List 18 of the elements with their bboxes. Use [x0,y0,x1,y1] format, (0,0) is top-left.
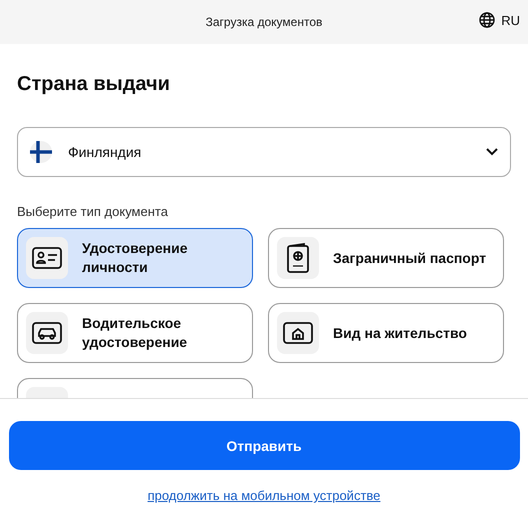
document-option[interactable]: Водительское удостоверение [17,303,253,363]
page-title: Загрузка документов [206,15,322,29]
mobile-link[interactable]: продолжить на мобильном устройстве [148,488,380,503]
document-option[interactable]: Вид на жительство [268,303,504,363]
language-code[interactable]: RU [501,12,520,28]
house-card-icon [283,322,313,344]
submit-button[interactable]: Отправить [8,421,520,470]
document-option[interactable]: Удостоверение личности [17,228,253,288]
chevron-down-icon [486,148,498,156]
section-heading: Страна выдачи [17,72,171,97]
flag-icon [30,141,52,163]
field-label: Выберите тип документа [17,204,169,219]
globe-icon[interactable] [479,12,496,28]
country-select[interactable]: Финляндия [17,127,511,177]
car-card-icon [32,322,62,344]
id-card-icon [32,247,62,269]
document-option[interactable]: Заграничный паспорт [268,228,504,288]
passport-icon [287,243,309,273]
